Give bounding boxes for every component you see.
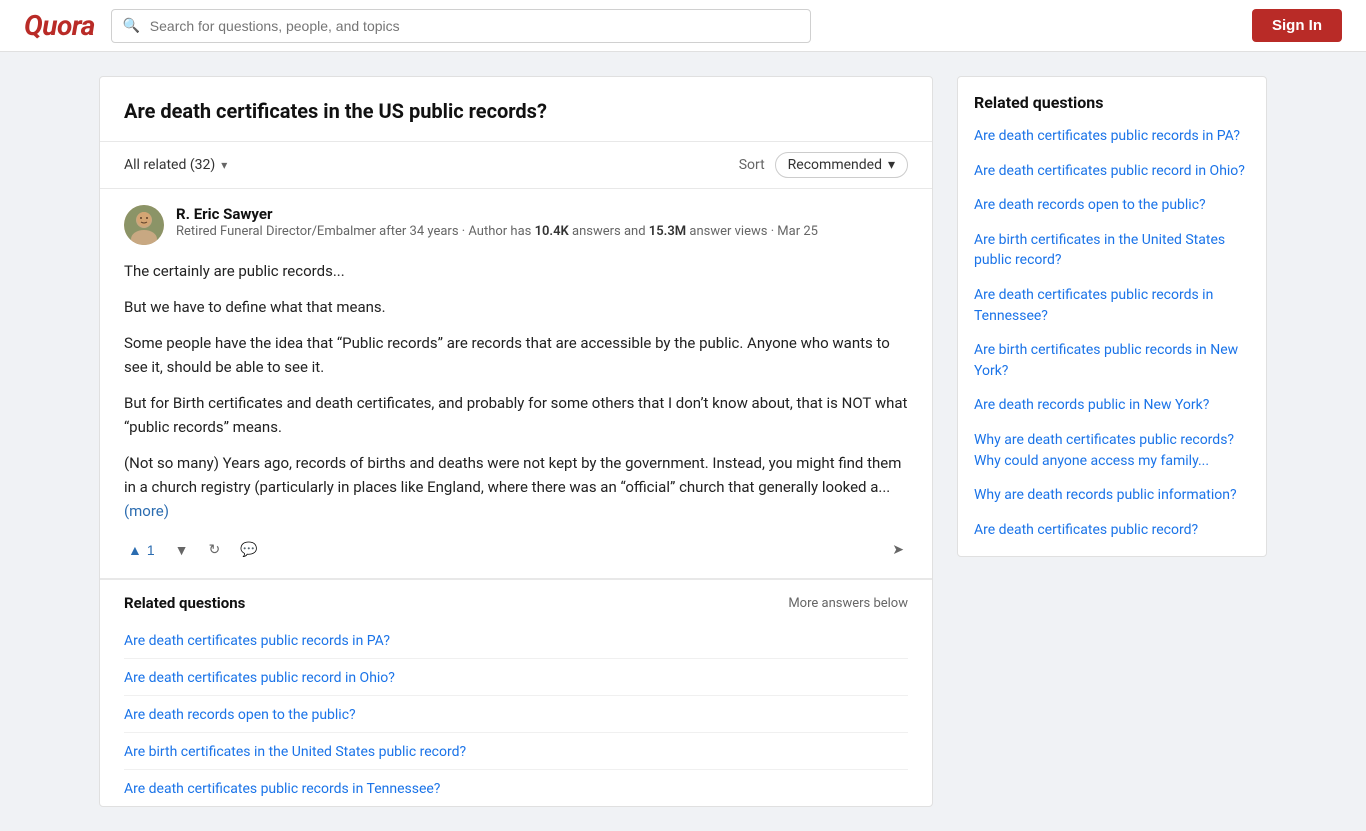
- list-item: Are death certificates public record in …: [124, 659, 908, 696]
- search-bar: 🔍: [111, 9, 811, 43]
- answer-para-2: But we have to define what that means.: [124, 295, 908, 319]
- answer-para-1: The certainly are public records...: [124, 259, 908, 283]
- downvote-icon: ▼: [175, 542, 189, 558]
- answer-text: The certainly are public records... But …: [124, 259, 908, 523]
- sidebar-link-2[interactable]: Are death certificates public record in …: [974, 163, 1245, 179]
- list-item: Are death certificates public records in…: [974, 126, 1250, 147]
- question-title: Are death certificates in the US public …: [124, 97, 908, 125]
- sidebar-link-10[interactable]: Are death certificates public record?: [974, 522, 1198, 538]
- all-related-filter[interactable]: All related (32) ▾: [124, 157, 227, 173]
- list-item: Are death records open to the public?: [974, 195, 1250, 216]
- list-item: Are birth certificates in the United Sta…: [124, 733, 908, 770]
- author-answers: 10.4K: [535, 224, 569, 239]
- downvote-button[interactable]: ▼: [171, 538, 193, 562]
- search-icon: 🔍: [123, 18, 140, 34]
- search-input[interactable]: [111, 9, 811, 43]
- filter-bar: All related (32) ▾ Sort Recommended ▾: [100, 142, 932, 189]
- share-icon: ➤: [892, 541, 904, 558]
- list-item: Why are death records public information…: [974, 485, 1250, 506]
- list-item: Are death certificates public record?: [974, 520, 1250, 541]
- answer-para-5: (Not so many) Years ago, records of birt…: [124, 451, 908, 523]
- sidebar-link-8[interactable]: Why are death certificates public record…: [974, 432, 1234, 469]
- author-bio-mid: answers and: [569, 224, 649, 239]
- related-inline-title: Related questions: [124, 594, 245, 612]
- sort-chevron-icon: ▾: [888, 157, 895, 173]
- main-content: Are death certificates in the US public …: [83, 52, 1283, 831]
- header: Quora 🔍 Sign In: [0, 0, 1366, 52]
- related-inline-list: Are death certificates public records in…: [124, 622, 908, 806]
- comment-icon: 💬: [240, 541, 257, 558]
- author-info: R. Eric Sawyer Retired Funeral Director/…: [176, 205, 818, 241]
- sidebar-link-6[interactable]: Are birth certificates public records in…: [974, 342, 1238, 379]
- author-views: 15.3M: [649, 224, 686, 239]
- sidebar-list: Are death certificates public records in…: [974, 126, 1250, 540]
- answer-actions: ▲ 1 ▼ ↻ 💬 ➤: [124, 537, 908, 562]
- chevron-down-icon: ▾: [221, 158, 227, 172]
- author-row: R. Eric Sawyer Retired Funeral Director/…: [124, 205, 908, 245]
- more-link[interactable]: (more): [124, 502, 169, 520]
- all-related-label: All related (32): [124, 157, 215, 173]
- related-link-5[interactable]: Are death certificates public records in…: [124, 781, 440, 797]
- sort-area: Sort Recommended ▾: [739, 152, 908, 178]
- upvote-count: 1: [147, 542, 155, 558]
- quora-logo[interactable]: Quora: [24, 9, 95, 42]
- related-questions-inline: Related questions More answers below Are…: [100, 579, 932, 806]
- sidebar-link-1[interactable]: Are death certificates public records in…: [974, 128, 1240, 144]
- related-link-3[interactable]: Are death records open to the public?: [124, 707, 356, 723]
- sign-in-button[interactable]: Sign In: [1252, 9, 1342, 42]
- question-title-area: Are death certificates in the US public …: [100, 77, 932, 142]
- upvote-icon: ▲: [128, 542, 142, 558]
- sidebar-link-7[interactable]: Are death records public in New York?: [974, 397, 1209, 413]
- author-bio-suffix: answer views · Mar 25: [686, 224, 818, 239]
- sidebar-card: Related questions Are death certificates…: [957, 76, 1267, 557]
- share-button[interactable]: ➤: [888, 537, 908, 562]
- reshare-icon: ↻: [209, 541, 221, 558]
- sidebar-link-9[interactable]: Why are death records public information…: [974, 487, 1237, 503]
- comment-button[interactable]: 💬: [236, 537, 261, 562]
- avatar: [124, 205, 164, 245]
- more-answers-below: More answers below: [788, 596, 908, 611]
- answer-para-3: Some people have the idea that “Public r…: [124, 331, 908, 379]
- question-panel: Are death certificates in the US public …: [99, 76, 933, 807]
- list-item: Are birth certificates in the United Sta…: [974, 230, 1250, 271]
- reshare-button[interactable]: ↻: [205, 537, 225, 562]
- list-item: Why are death certificates public record…: [974, 430, 1250, 471]
- answer-card: R. Eric Sawyer Retired Funeral Director/…: [100, 189, 932, 579]
- sidebar-title: Related questions: [974, 93, 1250, 112]
- author-bio: Retired Funeral Director/Embalmer after …: [176, 223, 818, 241]
- answer-para-4: But for Birth certificates and death cer…: [124, 391, 908, 439]
- list-item: Are birth certificates public records in…: [974, 340, 1250, 381]
- sort-label: Sort: [739, 157, 765, 173]
- sort-dropdown[interactable]: Recommended ▾: [775, 152, 908, 178]
- related-link-2[interactable]: Are death certificates public record in …: [124, 670, 395, 686]
- header-right: Sign In: [1252, 9, 1342, 42]
- upvote-button[interactable]: ▲ 1: [124, 538, 159, 562]
- left-column: Are death certificates in the US public …: [99, 76, 933, 807]
- right-sidebar: Related questions Are death certificates…: [957, 76, 1267, 807]
- list-item: Are death certificates public records in…: [974, 285, 1250, 326]
- related-link-1[interactable]: Are death certificates public records in…: [124, 633, 390, 649]
- sort-value: Recommended: [788, 157, 882, 173]
- related-inline-header: Related questions More answers below: [124, 594, 908, 612]
- sidebar-link-3[interactable]: Are death records open to the public?: [974, 197, 1206, 213]
- list-item: Are death records public in New York?: [974, 395, 1250, 416]
- sidebar-link-4[interactable]: Are birth certificates in the United Sta…: [974, 232, 1225, 269]
- list-item: Are death records open to the public?: [124, 696, 908, 733]
- list-item: Are death certificates public record in …: [974, 161, 1250, 182]
- author-name[interactable]: R. Eric Sawyer: [176, 205, 818, 223]
- list-item: Are death certificates public records in…: [124, 622, 908, 659]
- author-bio-prefix: Retired Funeral Director/Embalmer after …: [176, 224, 535, 239]
- list-item: Are death certificates public records in…: [124, 770, 908, 806]
- related-link-4[interactable]: Are birth certificates in the United Sta…: [124, 744, 466, 760]
- sidebar-link-5[interactable]: Are death certificates public records in…: [974, 287, 1213, 324]
